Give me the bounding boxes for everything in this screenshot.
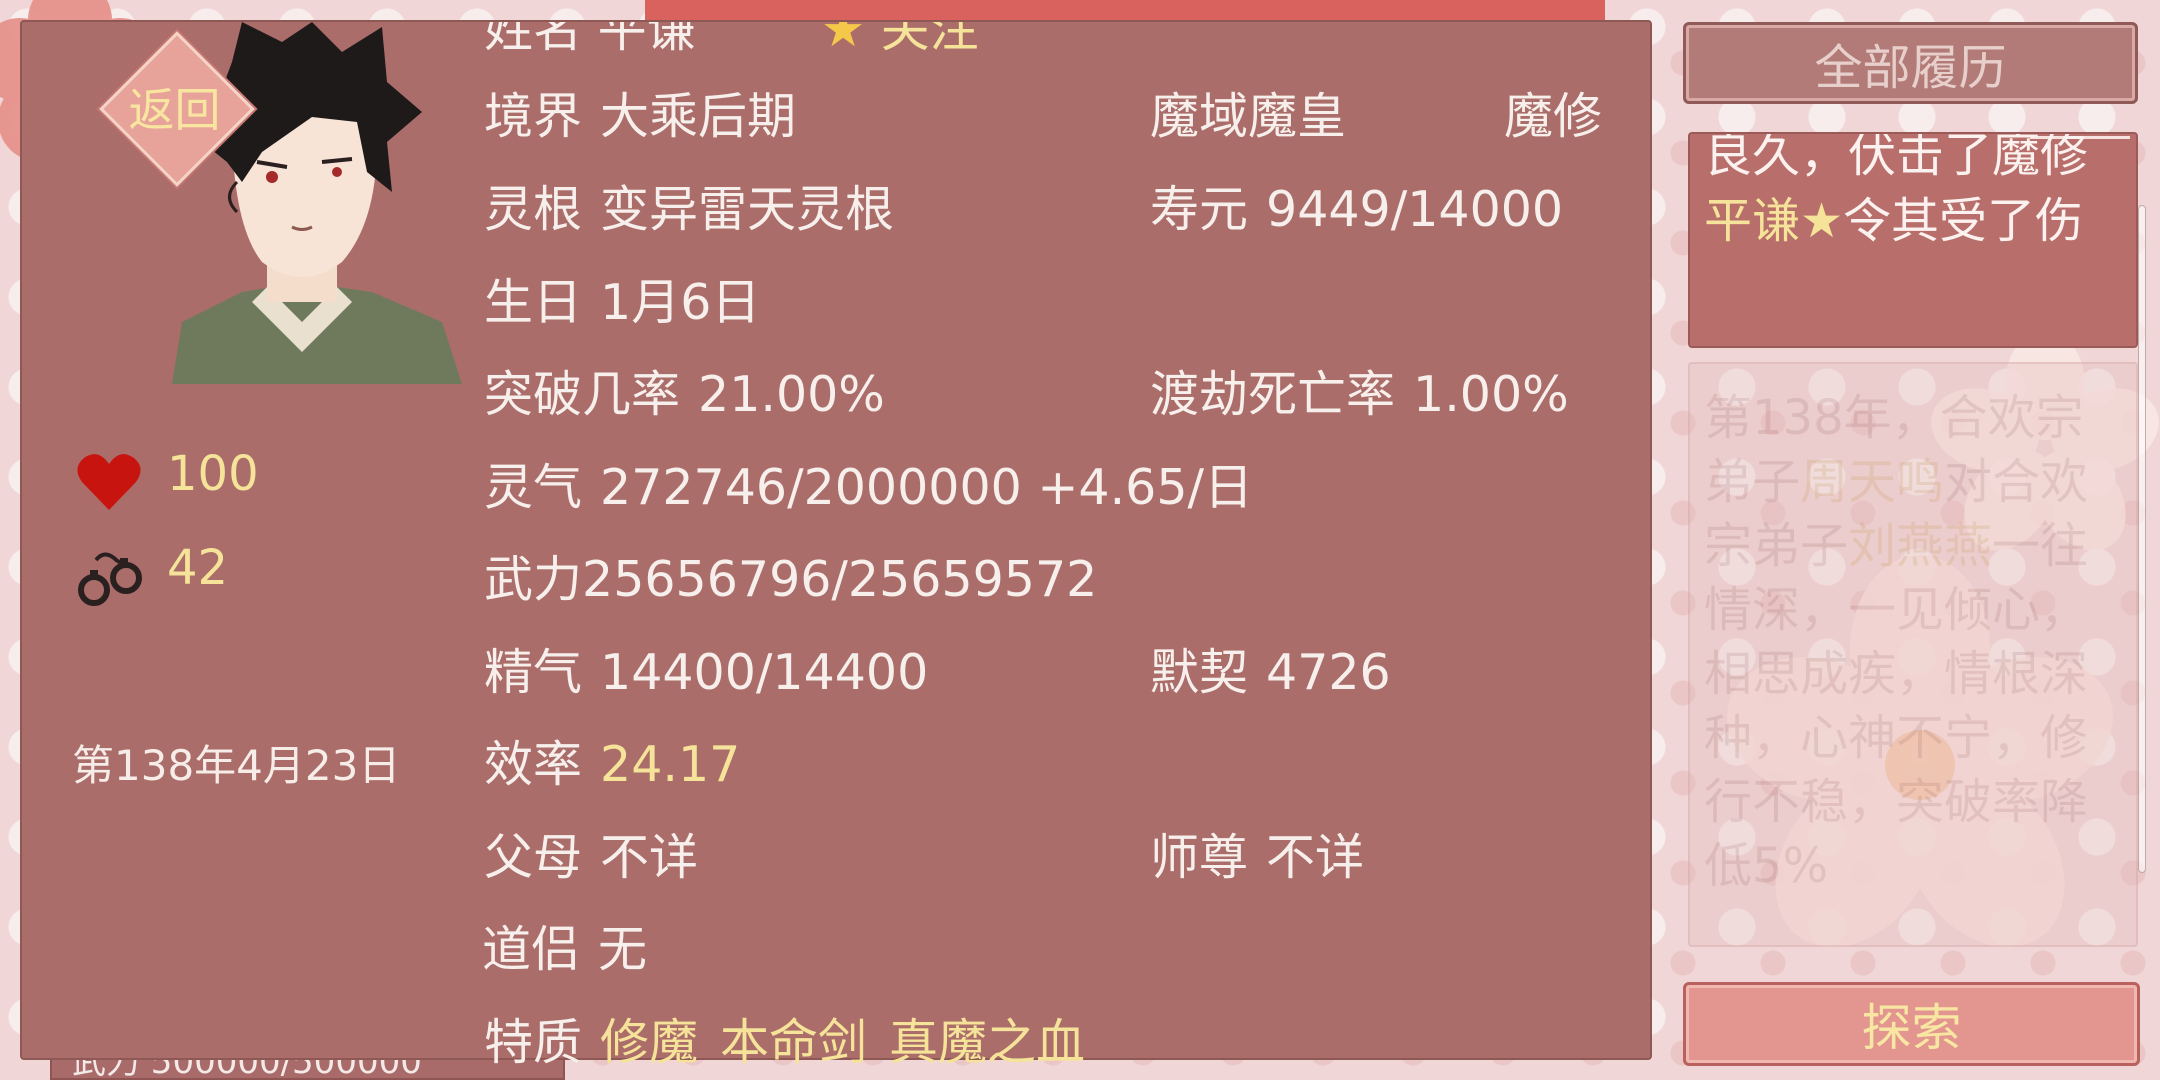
efficiency-row: 效率 24.17 [484,725,740,796]
partner-value: 无 [598,921,648,978]
health-value: 100 [167,446,259,502]
game-date: 第138年4月23日 [72,741,401,790]
history-log-text: 良久，伏击了魔修平谦★令其受了伤 [1704,132,2089,249]
tacit-row: 默契 4726 [1150,633,1391,704]
shackle-value: 42 [167,540,229,596]
traits-label: 特质 [484,1014,583,1071]
birthday-row: 生日 1月6日 [484,263,760,334]
explore-button[interactable]: 探索 [1683,982,2140,1066]
realm-value: 大乘后期 [600,88,797,145]
tribulation-row: 渡劫死亡率 1.00% [1150,355,1569,426]
heart-icon [77,454,141,510]
parents-value: 不详 [600,829,699,886]
tribulation-label: 渡劫死亡率 [1150,366,1396,423]
name-row-clipped: 姓名 平谦 ★ 关注 [484,22,1044,60]
partner-row: 道侣无 [482,910,647,981]
parents-label: 父母 [484,829,583,886]
master-row: 师尊 不详 [1150,818,1364,889]
master-label: 师尊 [1150,829,1249,886]
breakthrough-label: 突破几率 [484,366,681,423]
lifespan-label: 寿元 [1150,181,1249,238]
tribulation-value: 1.00% [1413,366,1569,423]
star-icon: ★ [821,22,866,58]
character-profile-panel: 返回 100 42 第138年4月23日 姓名 平谦 ★ 关注 境界 大乘后期 灵… [20,20,1652,1071]
trait-item[interactable]: 真魔之血 [889,1014,1085,1071]
lifespan-value: 9449/14000 [1266,181,1564,238]
spirit-root-label: 灵根 [484,181,583,238]
name-partial: 姓名 平谦 [484,22,696,58]
log-character-name[interactable]: 平谦★ [1704,193,1843,249]
realm-row: 境界 大乘后期 [484,77,796,148]
trait-item[interactable]: 修魔 [600,1014,698,1071]
breakthrough-row: 突破几率 21.00% [484,355,885,426]
back-button[interactable] [99,31,255,187]
breakthrough-value: 21.00% [698,366,885,423]
cultivation-type: 魔修 [1504,88,1603,145]
faded-log-text: 第138年，合欢宗弟子周天鸣对合欢宗弟子刘燕燕一往情深，一见倾心，相思成疾，情根… [1704,390,2089,894]
lifespan-row: 寿元 9449/14000 [1150,170,1563,241]
tacit-value: 4726 [1266,644,1391,701]
history-scrollbar-thumb[interactable] [2138,205,2146,873]
spirit-root-row: 灵根 变异雷天灵根 [484,170,894,241]
realm-label: 境界 [484,88,583,145]
essence-value: 14400/14400 [600,644,929,701]
master-value: 不详 [1266,829,1365,886]
birthday-label: 生日 [484,274,583,331]
qi-label: 灵气 [484,459,583,516]
trait-item[interactable]: 本命剑 [720,1014,867,1071]
qi-row: 灵气 272746/2000000 +4.65/日 [484,448,1253,519]
title-value: 魔域魔皇 [1150,88,1347,145]
force-label: 武力 [484,551,583,608]
efficiency-value: 24.17 [600,736,741,793]
parents-row: 父母 不详 [484,818,698,889]
traits-row: 特质 修魔 本命剑 真魔之血 [484,1003,1085,1074]
qi-value: 272746/2000000 +4.65/日 [600,459,1254,516]
tacit-label: 默契 [1150,644,1249,701]
handcuffs-icon [78,552,142,606]
birthday-value: 1月6日 [600,274,761,331]
force-value: 25656796/25659572 [582,551,1098,608]
all-history-button[interactable]: 全部履历 [1683,22,2138,104]
back-button-wrapper[interactable]: 返回 [99,31,255,187]
efficiency-label: 效率 [484,736,583,793]
partner-label: 道侣 [482,921,581,978]
history-log-entry: 良久，伏击了魔修平谦★令其受了伤 [1688,132,2138,348]
history-log-faded-entry: 第138年，合欢宗弟子周天鸣对合欢宗弟子刘燕燕一往情深，一见倾心，相思成疾，情根… [1688,362,2138,947]
spirit-root-value: 变异雷天灵根 [600,181,895,238]
essence-row: 精气 14400/14400 [484,633,928,704]
force-row: 武力25656796/25659572 [484,540,1097,611]
essence-label: 精气 [484,644,583,701]
follow-label[interactable]: 关注 [881,22,979,58]
